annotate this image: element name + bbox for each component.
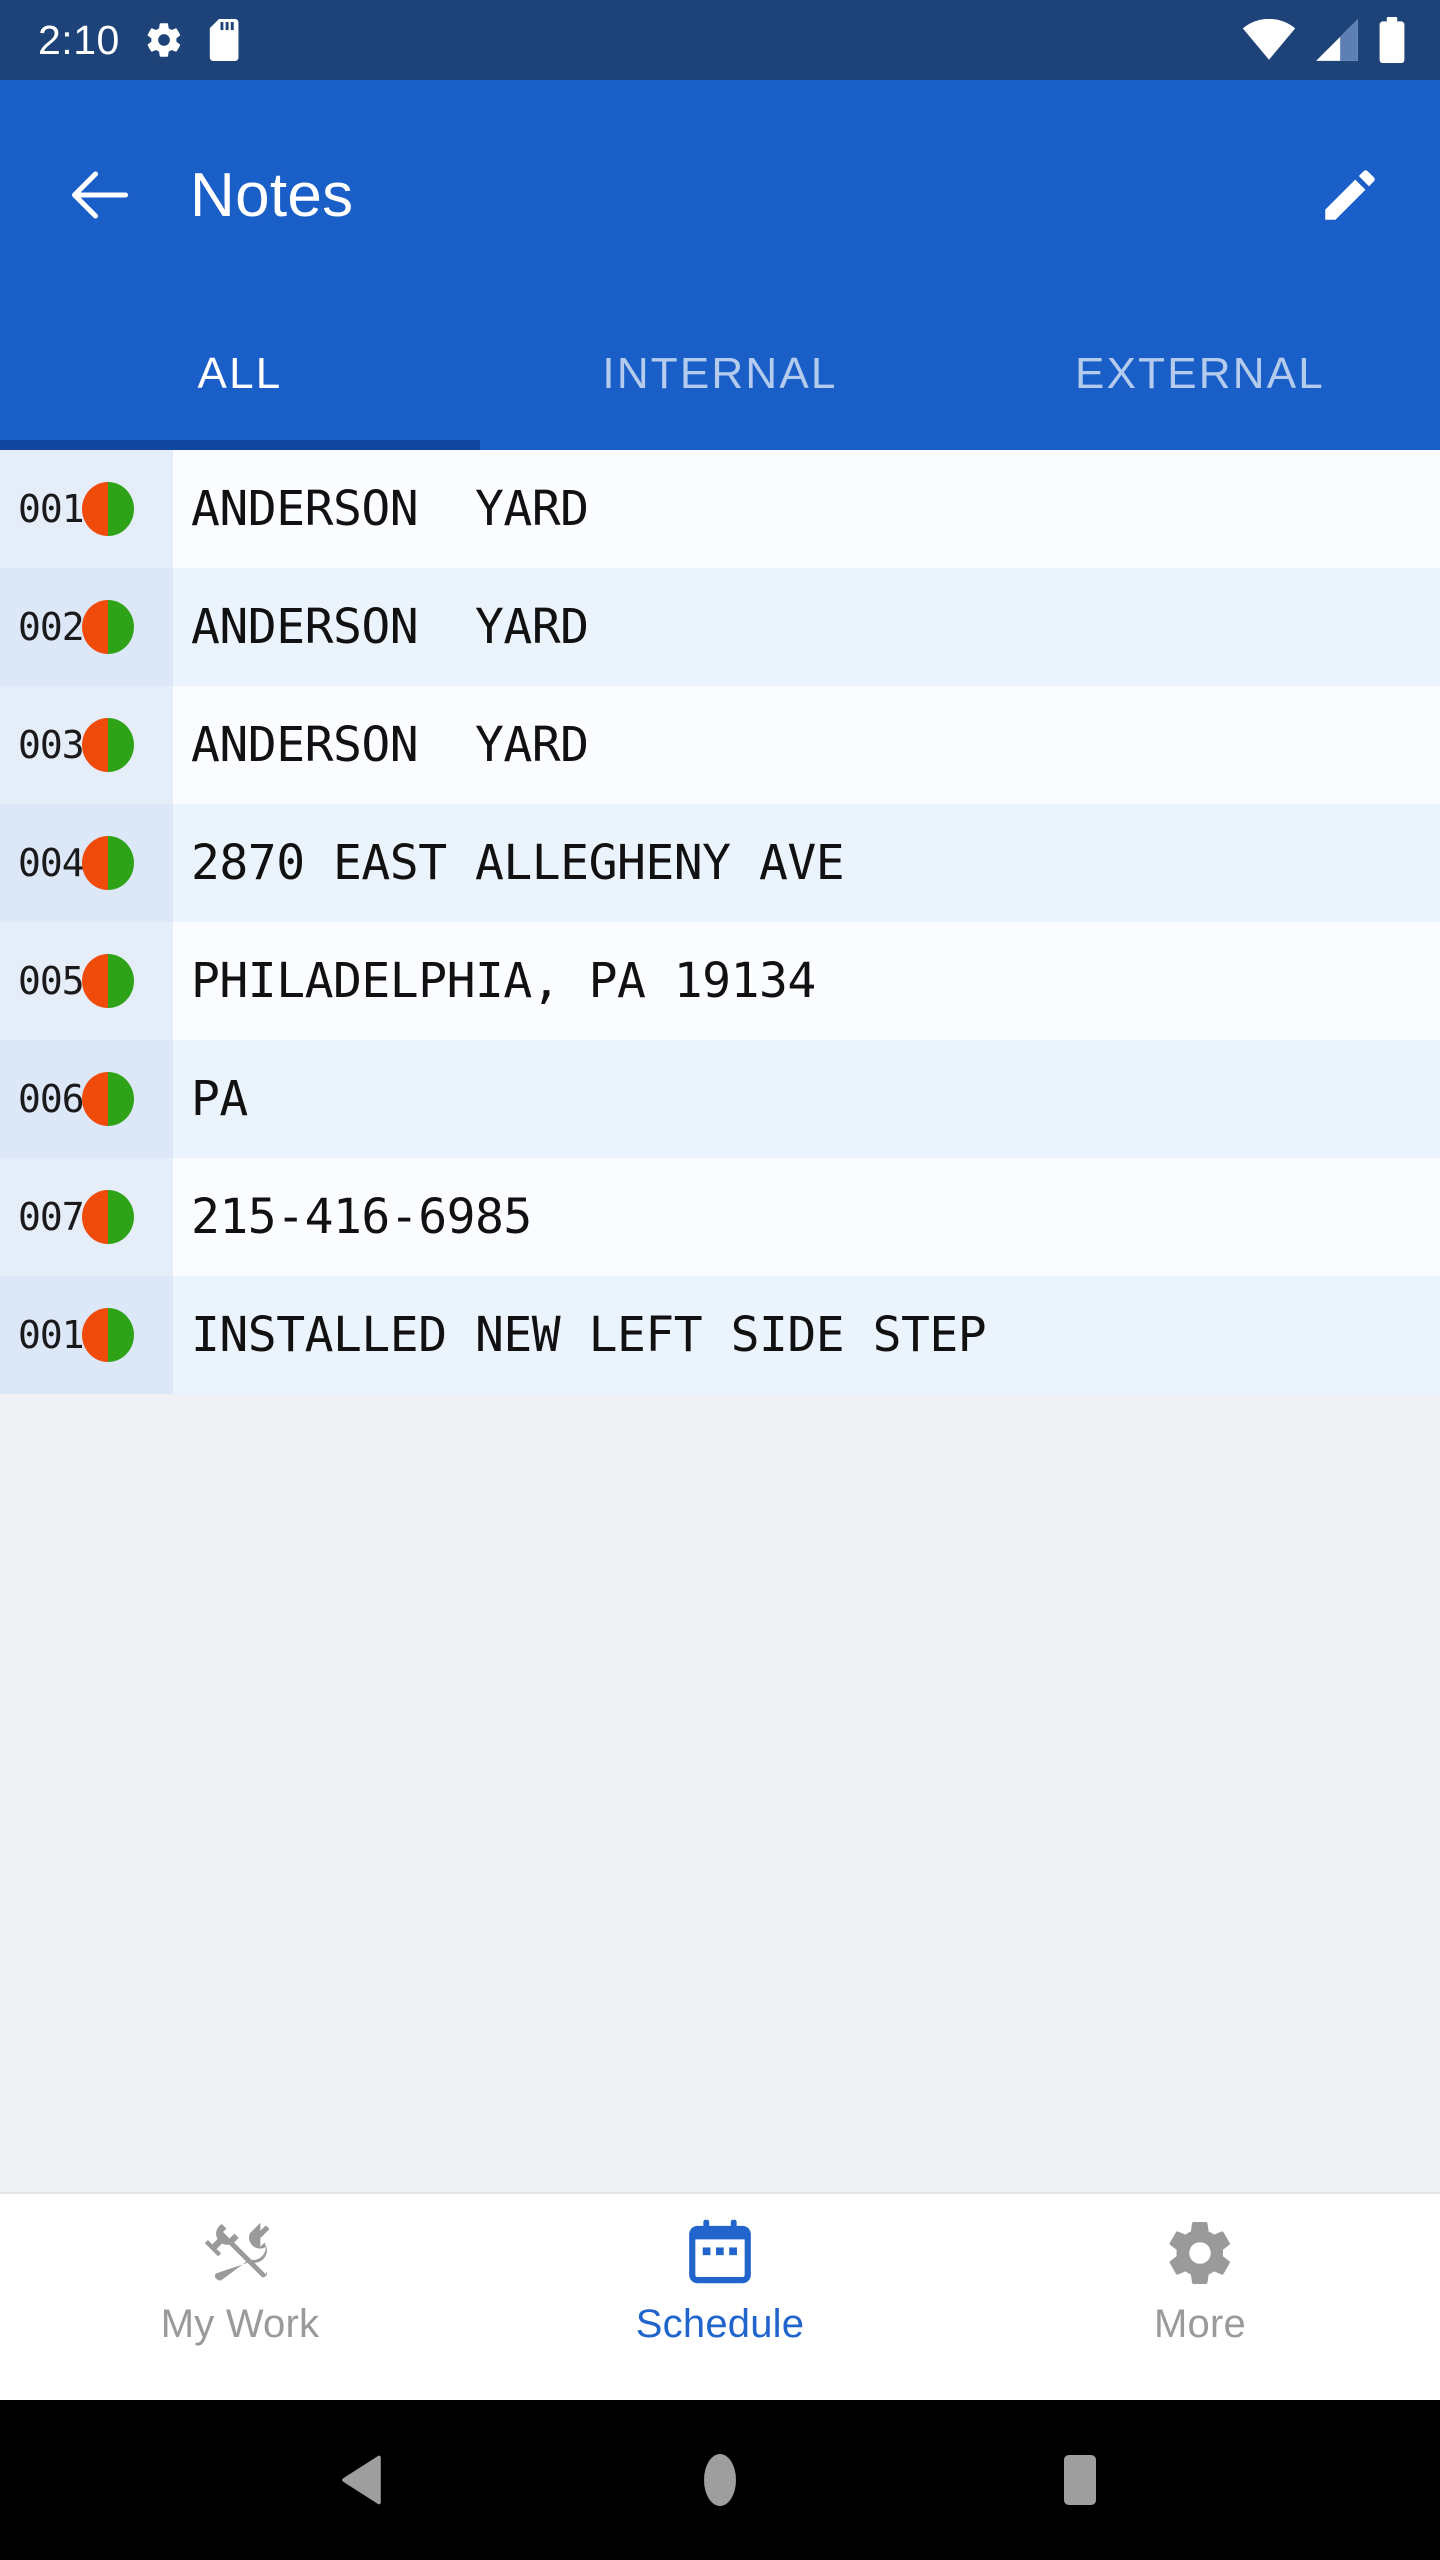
- nav-item-more[interactable]: More: [960, 2216, 1440, 2344]
- calendar-icon: [683, 2216, 757, 2290]
- tab-external[interactable]: EXTERNAL: [960, 310, 1440, 450]
- gear-icon: [1163, 2216, 1237, 2290]
- note-row-index-cell: 002: [0, 568, 173, 686]
- note-row-number: 002: [18, 605, 85, 649]
- nav-item-schedule-label: Schedule: [635, 2302, 805, 2346]
- note-row-number: 001: [18, 487, 85, 531]
- note-status-dot-icon: [81, 836, 134, 890]
- app-bar: Notes: [0, 80, 1440, 310]
- note-status-dot-icon: [81, 600, 134, 654]
- status-bar-left: 2:10: [38, 19, 246, 61]
- note-row-text-cell: 215-416-6985: [173, 1158, 1440, 1276]
- back-triangle-icon: [334, 2452, 386, 2508]
- nav-item-schedule[interactable]: Schedule: [480, 2216, 960, 2344]
- note-row[interactable]: 006 PA: [0, 1040, 1440, 1158]
- tab-internal[interactable]: INTERNAL: [480, 310, 960, 450]
- note-status-dot-icon: [81, 718, 134, 772]
- status-bar-clock: 2:10: [38, 16, 120, 63]
- wifi-icon: [1242, 19, 1296, 61]
- note-row-text: ANDERSON YARD: [191, 599, 589, 655]
- note-row-index-cell: 007: [0, 1158, 173, 1276]
- home-circle-icon: [698, 2453, 742, 2507]
- note-status-dot-icon: [81, 1072, 134, 1126]
- note-row-number: 006: [18, 1077, 85, 1121]
- note-status-dot-icon: [81, 1308, 134, 1362]
- note-row-index-cell: 001: [0, 450, 173, 568]
- note-status-dot-icon: [81, 1190, 134, 1244]
- note-row-index-cell: 001: [0, 1276, 173, 1394]
- back-arrow-icon: [64, 159, 136, 231]
- note-row-index-cell: 006: [0, 1040, 173, 1158]
- note-row-text-cell: 2870 EAST ALLEGHENY AVE: [173, 804, 1440, 922]
- notes-list[interactable]: 001 ANDERSON YARD 002 ANDERSON YARD 003 ANDER…: [0, 450, 1440, 2192]
- note-row-text: PHILADELPHIA, PA 19134: [191, 953, 816, 1009]
- note-row-text-cell: ANDERSON YARD: [173, 686, 1440, 804]
- battery-icon: [1378, 17, 1406, 63]
- note-row-number: 007: [18, 1195, 85, 1239]
- nav-item-my-work[interactable]: My Work: [0, 2216, 480, 2344]
- note-row-text-cell: INSTALLED NEW LEFT SIDE STEP: [173, 1276, 1440, 1394]
- system-back-button[interactable]: [300, 2420, 420, 2540]
- bottom-navigation: My Work Schedule More: [0, 2192, 1440, 2400]
- tab-all[interactable]: ALL: [0, 310, 480, 450]
- note-row-text: 2870 EAST ALLEGHENY AVE: [191, 835, 845, 891]
- note-row-index-cell: 003: [0, 686, 173, 804]
- note-row-number: 003: [18, 723, 85, 767]
- note-row-text-cell: ANDERSON YARD: [173, 568, 1440, 686]
- back-button[interactable]: [54, 149, 146, 241]
- gear-icon: [144, 20, 184, 60]
- note-row-number: 005: [18, 959, 85, 1003]
- note-row-index-cell: 005: [0, 922, 173, 1040]
- phone-screen: 2:10 Notes ALL INTERNAL EXTERNAL 001 AND…: [0, 0, 1440, 2560]
- status-bar-right: [1242, 17, 1406, 63]
- note-row-text-cell: ANDERSON YARD: [173, 450, 1440, 568]
- tab-all-label: ALL: [197, 349, 283, 398]
- note-row-text: ANDERSON YARD: [191, 481, 589, 537]
- cellular-signal-icon: [1314, 19, 1360, 61]
- note-row[interactable]: 002 ANDERSON YARD: [0, 568, 1440, 686]
- tab-active-indicator: [0, 440, 480, 450]
- note-row-index-cell: 004: [0, 804, 173, 922]
- note-row-text: PA: [191, 1071, 248, 1127]
- note-row-text-cell: PA: [173, 1040, 1440, 1158]
- recents-square-icon: [1056, 2453, 1104, 2507]
- note-row-text: 215-416-6985: [191, 1189, 532, 1245]
- system-recents-button[interactable]: [1020, 2420, 1140, 2540]
- note-row[interactable]: 004 2870 EAST ALLEGHENY AVE: [0, 804, 1440, 922]
- system-navigation-bar: [0, 2400, 1440, 2560]
- note-row-text-cell: PHILADELPHIA, PA 19134: [173, 922, 1440, 1040]
- system-home-button[interactable]: [660, 2420, 780, 2540]
- edit-note-button[interactable]: [1304, 149, 1396, 241]
- nav-item-my-work-label: My Work: [160, 2302, 320, 2346]
- page-title: Notes: [190, 160, 354, 230]
- tab-external-label: EXTERNAL: [1075, 349, 1325, 398]
- tab-bar: ALL INTERNAL EXTERNAL: [0, 310, 1440, 450]
- note-row[interactable]: 003 ANDERSON YARD: [0, 686, 1440, 804]
- note-row[interactable]: 005 PHILADELPHIA, PA 19134: [0, 922, 1440, 1040]
- note-status-dot-icon: [81, 954, 134, 1008]
- note-row[interactable]: 001 ANDERSON YARD: [0, 450, 1440, 568]
- note-row[interactable]: 001 INSTALLED NEW LEFT SIDE STEP: [0, 1276, 1440, 1394]
- status-bar: 2:10: [0, 0, 1440, 80]
- nav-item-more-label: More: [1154, 2302, 1246, 2346]
- tools-icon: [203, 2216, 277, 2290]
- pencil-edit-icon: [1317, 162, 1383, 228]
- note-row[interactable]: 007 215-416-6985: [0, 1158, 1440, 1276]
- sd-card-icon: [208, 19, 246, 61]
- note-row-number: 004: [18, 841, 85, 885]
- note-row-text: ANDERSON YARD: [191, 717, 589, 773]
- note-status-dot-icon: [81, 482, 134, 536]
- note-row-number: 001: [18, 1313, 85, 1357]
- note-row-text: INSTALLED NEW LEFT SIDE STEP: [191, 1307, 987, 1363]
- tab-internal-label: INTERNAL: [602, 349, 838, 398]
